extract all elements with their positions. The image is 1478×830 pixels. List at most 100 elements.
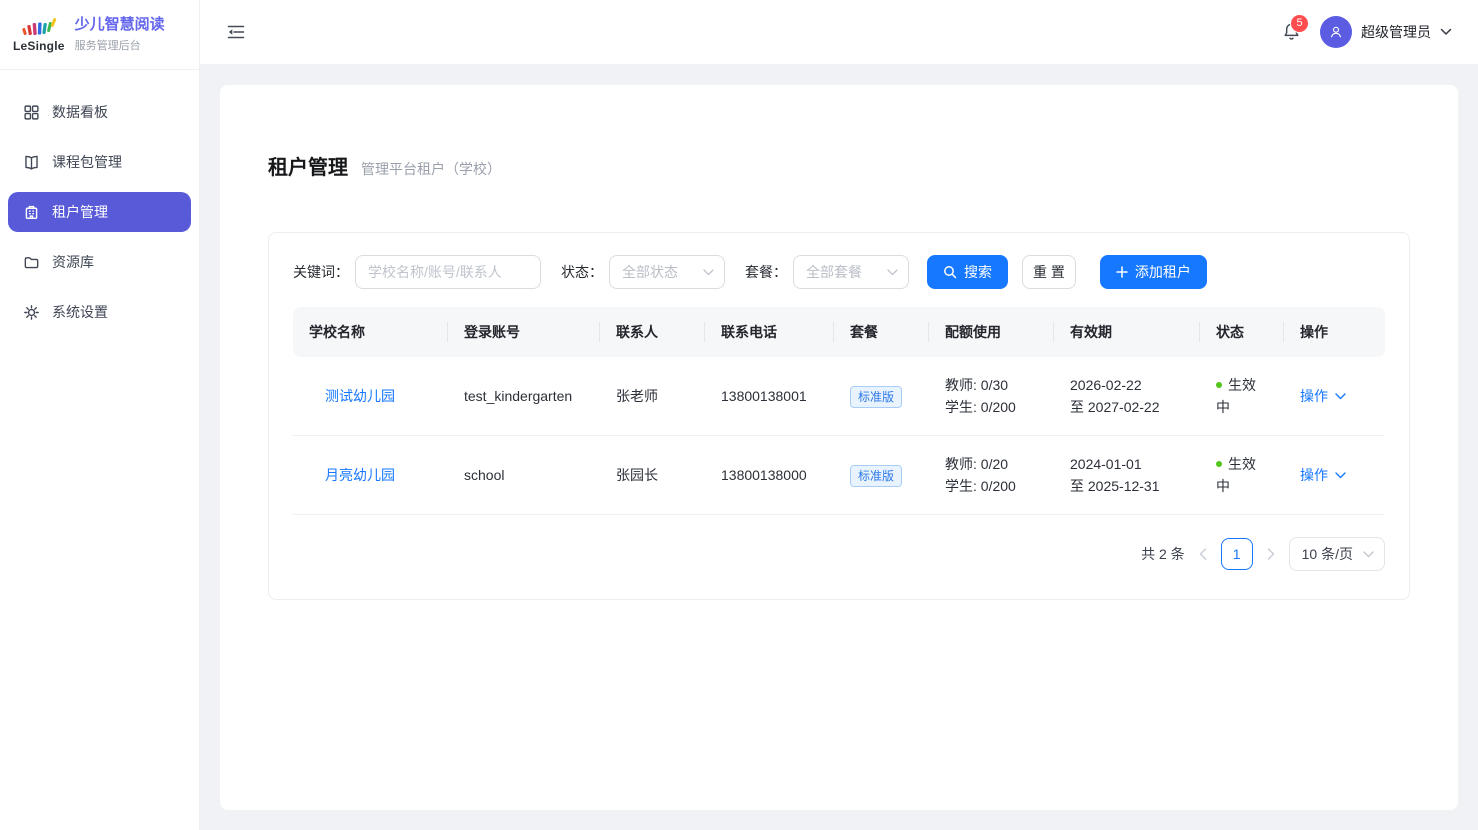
main-area: 5 超级管理员 租户管理 管理平台租户（学校） — [200, 0, 1478, 830]
topbar: 5 超级管理员 — [200, 0, 1478, 65]
phone-cell: 13800138000 — [705, 436, 834, 515]
status-dot-icon — [1216, 382, 1222, 388]
chevron-left-icon — [1199, 548, 1207, 560]
quota-teachers: 教师: 0/20 — [945, 453, 1038, 475]
lesingle-bars-icon — [20, 17, 58, 38]
chevron-right-icon — [1267, 548, 1275, 560]
sidebar-item-tenants[interactable]: 租户管理 — [8, 192, 191, 232]
page-size-select[interactable]: 10 条/页 — [1289, 537, 1385, 571]
chevron-down-icon — [1335, 472, 1346, 479]
gear-icon — [23, 304, 40, 321]
sidebar-item-course-packages[interactable]: 课程包管理 — [8, 142, 191, 182]
brand-logo-text: LeSingle — [13, 40, 65, 52]
sidebar-item-settings[interactable]: 系统设置 — [8, 292, 191, 332]
user-name: 超级管理员 — [1361, 22, 1431, 42]
quota-cell: 教师: 0/20 学生: 0/200 — [929, 436, 1054, 515]
col-actions: 操作 — [1284, 307, 1385, 357]
row-actions-link[interactable]: 操作 — [1300, 464, 1346, 486]
school-link[interactable]: 月亮幼儿园 — [325, 467, 395, 483]
chevron-down-icon — [703, 269, 714, 276]
pagination-total: 共 2 条 — [1141, 544, 1185, 564]
user-icon — [1327, 23, 1345, 41]
col-account: 登录账号 — [448, 307, 600, 357]
content-area: 租户管理 管理平台租户（学校） 关键词： 状态： 全部状态 套餐： 全部套餐 — [200, 65, 1478, 830]
status-text: 生效中 — [1216, 456, 1256, 494]
table-row: 测试幼儿园 test_kindergarten 张老师 13800138001 … — [293, 357, 1385, 436]
prev-page-button[interactable] — [1199, 548, 1207, 560]
plan-select[interactable]: 全部套餐 — [793, 255, 909, 289]
status-label: 状态： — [561, 262, 603, 282]
quota-cell: 教师: 0/30 学生: 0/200 — [929, 357, 1054, 436]
pagination: 共 2 条 1 10 条/页 — [293, 537, 1385, 571]
chevron-down-icon — [1363, 551, 1374, 558]
brand-subtitle: 服务管理后台 — [75, 37, 165, 53]
user-menu[interactable]: 超级管理员 — [1320, 16, 1452, 48]
brand-title: 少儿智慧阅读 — [75, 16, 165, 34]
add-tenant-button-label: 添加租户 — [1135, 262, 1191, 282]
plan-tag: 标准版 — [850, 386, 902, 408]
table-body: 测试幼儿园 test_kindergarten 张老师 13800138001 … — [293, 357, 1385, 515]
sidebar-nav: 数据看板 课程包管理 租户管理 资源库 — [0, 70, 199, 354]
row-actions-label: 操作 — [1300, 464, 1328, 486]
chevron-down-icon — [1335, 393, 1346, 400]
table-row: 月亮幼儿园 school 张园长 13800138000 标准版 教师: 0/2… — [293, 436, 1385, 515]
col-phone: 联系电话 — [705, 307, 834, 357]
keyword-input[interactable] — [355, 255, 541, 289]
row-actions-link[interactable]: 操作 — [1300, 385, 1346, 407]
chevron-down-icon — [1440, 28, 1452, 36]
keyword-label: 关键词： — [293, 262, 349, 282]
col-school: 学校名称 — [293, 307, 448, 357]
validity-start: 2024-01-01 — [1070, 453, 1184, 475]
menu-fold-icon — [226, 22, 246, 42]
phone-cell: 13800138001 — [705, 357, 834, 436]
contact-cell: 张园长 — [600, 436, 705, 515]
plan-select-value: 全部套餐 — [806, 262, 862, 282]
col-plan: 套餐 — [834, 307, 929, 357]
page-title: 租户管理 — [268, 151, 348, 180]
next-page-button[interactable] — [1267, 548, 1275, 560]
sidebar-item-label: 资源库 — [52, 252, 94, 272]
book-icon — [23, 154, 40, 171]
account-cell: school — [448, 436, 600, 515]
sidebar-item-resources[interactable]: 资源库 — [8, 242, 191, 282]
status-text: 生效中 — [1216, 377, 1256, 415]
account-cell: test_kindergarten — [448, 357, 600, 436]
page-1-button[interactable]: 1 — [1221, 538, 1253, 570]
tenant-panel: 关键词： 状态： 全部状态 套餐： 全部套餐 — [268, 232, 1410, 600]
building-icon — [23, 204, 40, 221]
page-header: 租户管理 管理平台租户（学校） — [268, 151, 1410, 180]
school-link[interactable]: 测试幼儿园 — [325, 388, 395, 404]
quota-teachers: 教师: 0/30 — [945, 374, 1038, 396]
notifications-button[interactable]: 5 — [1281, 22, 1302, 43]
sidebar-item-dashboard[interactable]: 数据看板 — [8, 92, 191, 132]
reset-button[interactable]: 重 置 — [1022, 255, 1076, 289]
plan-cell: 标准版 — [834, 357, 929, 436]
chevron-down-icon — [887, 269, 898, 276]
brand-logo: LeSingle — [13, 17, 65, 52]
status-select-value: 全部状态 — [622, 262, 678, 282]
sidebar-item-label: 数据看板 — [52, 102, 108, 122]
status-dot-icon — [1216, 461, 1222, 467]
quota-students: 学生: 0/200 — [945, 396, 1038, 418]
search-button[interactable]: 搜索 — [927, 255, 1008, 289]
validity-start: 2026-02-22 — [1070, 374, 1184, 396]
validity-end: 至 2027-02-22 — [1070, 396, 1184, 418]
validity-cell: 2024-01-01 至 2025-12-31 — [1054, 436, 1200, 515]
status-cell: 生效中 — [1200, 436, 1284, 515]
actions-cell: 操作 — [1284, 436, 1385, 515]
page-subtitle: 管理平台租户（学校） — [361, 159, 501, 179]
col-quota: 配额使用 — [929, 307, 1054, 357]
status-select[interactable]: 全部状态 — [609, 255, 725, 289]
plan-cell: 标准版 — [834, 436, 929, 515]
filter-bar: 关键词： 状态： 全部状态 套餐： 全部套餐 — [293, 255, 1385, 289]
avatar — [1320, 16, 1352, 48]
tenant-card: 租户管理 管理平台租户（学校） 关键词： 状态： 全部状态 套餐： 全部套餐 — [220, 85, 1458, 810]
sidebar-collapse-button[interactable] — [226, 22, 246, 42]
col-validity: 有效期 — [1054, 307, 1200, 357]
actions-cell: 操作 — [1284, 357, 1385, 436]
sidebar: LeSingle 少儿智慧阅读 服务管理后台 数据看板 课程包管理 — [0, 0, 200, 830]
sidebar-item-label: 租户管理 — [52, 202, 108, 222]
col-contact: 联系人 — [600, 307, 705, 357]
add-tenant-button[interactable]: 添加租户 — [1100, 255, 1207, 289]
plus-icon — [1116, 266, 1128, 278]
